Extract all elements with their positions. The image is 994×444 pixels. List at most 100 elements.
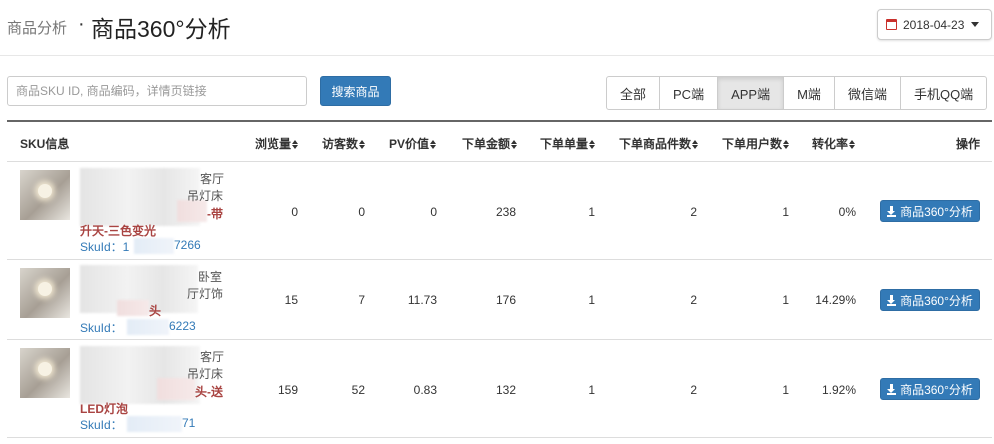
breadcrumb-parent[interactable]: 商品分析	[7, 17, 67, 38]
col-order-users[interactable]: 下单用户数	[722, 135, 790, 152]
caret-down-icon	[971, 22, 980, 27]
col-label: 浏览量	[255, 137, 292, 151]
cell-order-users: 1	[782, 293, 789, 307]
col-conversion[interactable]: 转化率	[812, 135, 856, 152]
col-visitors[interactable]: 访客数	[322, 135, 366, 152]
col-pv-value[interactable]: PV价值	[389, 135, 437, 152]
cell-order-users: 1	[782, 205, 789, 219]
cell-pageviews: 15	[284, 293, 298, 307]
table-row: 卧室 厅灯饰 头 SkuId： 6223 15 7 11.73 176 1 2 …	[7, 260, 992, 340]
tab-m[interactable]: M端	[783, 76, 835, 110]
col-actions: 操作	[956, 137, 981, 151]
product-title-line[interactable]: 吊灯床	[187, 187, 223, 204]
tab-mobile-qq[interactable]: 手机QQ端	[899, 76, 988, 110]
table-row: 客厅 吊灯床 -带 升天-三色变光 SkuId：1 7266 0 0 0 238…	[7, 162, 992, 260]
cell-pv-value: 0.83	[413, 383, 437, 397]
cell-visitors: 7	[358, 293, 365, 307]
product-thumbnail[interactable]	[20, 268, 70, 318]
col-label: 下单金额	[462, 137, 511, 151]
search-button[interactable]: 搜索商品	[320, 76, 391, 106]
sort-icon	[430, 140, 437, 149]
col-sku-info: SKU信息	[20, 137, 70, 151]
redacted-sku	[134, 238, 174, 254]
product-title-line[interactable]: 头	[149, 302, 161, 319]
col-label: 访客数	[322, 137, 359, 151]
redacted-sku	[127, 416, 182, 432]
tab-all[interactable]: 全部	[606, 76, 661, 110]
sort-icon	[783, 140, 790, 149]
cell-conversion: 0%	[838, 205, 856, 219]
table-header: SKU信息 浏览量 访客数 PV价值 下单金额 下单单量 下单商品件数 下单用户…	[7, 122, 992, 162]
action-label: 商品360°分析	[900, 293, 973, 308]
col-item-count[interactable]: 下单商品件数	[619, 135, 699, 152]
sort-icon	[511, 140, 518, 149]
search-input[interactable]	[7, 76, 307, 106]
sort-icon	[849, 140, 856, 149]
tab-app[interactable]: APP端	[717, 76, 785, 110]
product-title-line[interactable]: 客厅	[200, 348, 224, 365]
cell-item-count: 2	[690, 293, 697, 307]
col-label: PV价值	[389, 137, 430, 151]
cell-item-count: 2	[690, 205, 697, 219]
cell-conversion: 14.29%	[815, 293, 856, 307]
product-thumbnail[interactable]	[20, 348, 70, 398]
col-label: 下单用户数	[722, 137, 783, 151]
cell-order-amount: 132	[495, 383, 516, 397]
product-title-line[interactable]: 头-送	[195, 383, 223, 400]
page-title: 商品360°分析	[91, 16, 231, 42]
product-title-line[interactable]: 厅灯饰	[187, 285, 223, 302]
calendar-icon	[886, 19, 897, 30]
tab-wechat[interactable]: 微信端	[833, 76, 901, 110]
sort-icon	[692, 140, 699, 149]
product-title-line[interactable]: -带	[207, 205, 223, 222]
product-title-line[interactable]: 升天-三色变光	[80, 222, 156, 239]
redacted-title	[117, 300, 149, 316]
cell-order-users: 1	[782, 383, 789, 397]
product-title-line[interactable]: 吊灯床	[187, 365, 223, 382]
table-row: 客厅 吊灯床 头-送 LED灯泡 SkuId： 71 159 52 0.83 1…	[7, 340, 992, 438]
action-label: 商品360°分析	[900, 204, 973, 219]
cell-order-count: 1	[588, 383, 595, 397]
cell-order-count: 1	[588, 205, 595, 219]
sku-id: SkuId：	[80, 321, 123, 335]
sku-id: SkuId：1	[80, 240, 130, 254]
cell-pv-value: 0	[430, 205, 437, 219]
sku-id-tail: 71	[182, 416, 196, 430]
cell-visitors: 52	[351, 383, 365, 397]
sku-table: SKU信息 浏览量 访客数 PV价值 下单金额 下单单量 下单商品件数 下单用户…	[7, 120, 992, 444]
col-order-count[interactable]: 下单单量	[540, 135, 596, 152]
sort-icon	[359, 140, 366, 149]
cell-conversion: 1.92%	[821, 383, 856, 397]
download-icon	[887, 383, 897, 395]
cell-visitors: 0	[358, 205, 365, 219]
breadcrumb-separator: ·	[78, 13, 85, 35]
product-title-line[interactable]: LED灯泡	[80, 400, 128, 417]
product-thumbnail[interactable]	[20, 170, 70, 220]
col-label: 下单单量	[540, 137, 589, 151]
product-360-analysis-button[interactable]: 商品360°分析	[880, 200, 980, 222]
cell-order-count: 1	[588, 293, 595, 307]
cell-order-amount: 176	[495, 293, 516, 307]
col-label: 转化率	[812, 137, 849, 151]
sku-id-tail: 7266	[174, 238, 201, 252]
product-360-analysis-button[interactable]: 商品360°分析	[880, 289, 980, 311]
redacted-sku	[127, 319, 169, 335]
product-title-line[interactable]: 卧室	[198, 268, 222, 285]
sku-id-tail: 6223	[169, 319, 196, 333]
col-label: 下单商品件数	[619, 137, 692, 151]
product-title-line[interactable]: 客厅	[200, 170, 224, 187]
date-value: 2018-04-23	[903, 17, 965, 32]
col-pageviews[interactable]: 浏览量	[255, 135, 299, 152]
tab-pc[interactable]: PC端	[659, 76, 719, 110]
page-header: 商品分析 · 商品360°分析 2018-04-23	[0, 0, 994, 56]
cell-pageviews: 0	[291, 205, 298, 219]
date-picker-button[interactable]: 2018-04-23	[877, 9, 992, 40]
download-icon	[887, 205, 897, 217]
cell-pv-value: 11.73	[407, 293, 437, 307]
product-360-analysis-button[interactable]: 商品360°分析	[880, 378, 980, 400]
action-label: 商品360°分析	[900, 382, 973, 397]
download-icon	[887, 294, 897, 306]
cell-pageviews: 159	[277, 383, 298, 397]
col-order-amount[interactable]: 下单金额	[462, 135, 518, 152]
sort-icon	[589, 140, 596, 149]
